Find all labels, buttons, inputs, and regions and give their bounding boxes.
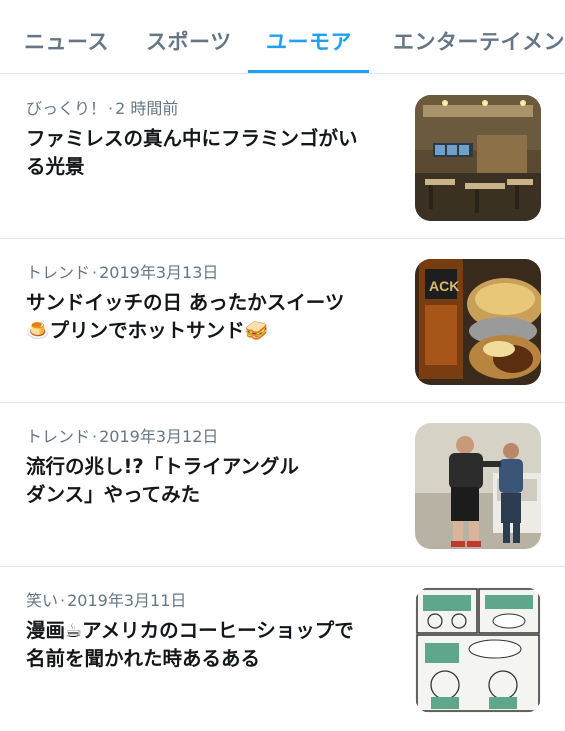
item-meta: トレンド · 2019年3月12日	[26, 427, 219, 446]
item-category: トレンド	[26, 263, 91, 282]
item-time: 2019年3月13日	[99, 263, 219, 282]
item-headline: サンドイッチの日 あったかスイーツ 🍮プリンでホットサンド🥪	[26, 291, 345, 342]
item-thumbnail[interactable]	[415, 95, 541, 221]
tab-news[interactable]: ニュース	[24, 26, 109, 56]
item-meta: 笑い · 2019年3月11日	[26, 591, 187, 610]
item-headline: ファミレスの真ん中にフラミンゴがい る光景	[26, 127, 358, 178]
list-item[interactable]: トレンド · 2019年3月13日 サンドイッチの日 あったかスイーツ 🍮プリンでホ…	[0, 239, 565, 403]
item-time: 2 時間前	[115, 99, 179, 118]
item-category: 笑い	[26, 591, 59, 610]
pudding-icon: 🍮	[26, 320, 50, 342]
tab-bar: ニュース スポーツ ユーモア エンターテイメン	[0, 0, 565, 74]
coffee-icon: ☕	[65, 620, 83, 642]
list-item[interactable]: 笑い · 2019年3月11日 漫画☕アメリカのコーヒーショップで 名前を聞かれた時…	[0, 567, 565, 731]
item-category: びっくり！	[26, 99, 107, 118]
tab-sports[interactable]: スポーツ	[146, 26, 232, 56]
item-thumbnail[interactable]	[415, 423, 541, 549]
item-time: 2019年3月11日	[67, 591, 187, 610]
item-headline: 漫画☕アメリカのコーヒーショップで 名前を聞かれた時あるある	[26, 619, 354, 670]
sandwich-icon: 🥪	[244, 320, 269, 342]
tab-humor[interactable]: ユーモア	[266, 26, 352, 56]
tab-entertainment[interactable]: エンターテイメン	[393, 26, 565, 56]
item-headline: 流行の兆し!?「トライアングル ダンス」やってみた	[26, 455, 299, 506]
item-meta: トレンド · 2019年3月13日	[26, 263, 219, 282]
item-meta: びっくり！ · 2 時間前	[26, 99, 179, 118]
svg-text:ACK: ACK	[429, 278, 459, 294]
item-category: トレンド	[26, 427, 91, 446]
item-thumbnail[interactable]	[415, 587, 541, 713]
list-item[interactable]: びっくり！ · 2 時間前 ファミレスの真ん中にフラミンゴがい る光景	[0, 75, 565, 239]
list-item[interactable]: トレンド · 2019年3月12日 流行の兆し!?「トライアングル ダンス」やってみ…	[0, 403, 565, 567]
item-time: 2019年3月12日	[99, 427, 219, 446]
item-thumbnail[interactable]: ACK	[415, 259, 541, 385]
active-tab-indicator	[248, 70, 369, 73]
